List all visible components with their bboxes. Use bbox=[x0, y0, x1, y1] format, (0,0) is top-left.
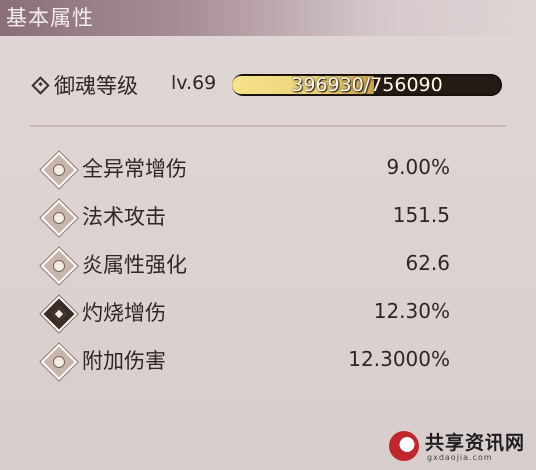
stat-value: 62.6 bbox=[405, 251, 450, 275]
divider bbox=[30, 125, 506, 127]
soul-level-row: 御魂等级 lv.69 396930/756090 bbox=[30, 68, 510, 104]
stat-name: 全异常增伤 bbox=[82, 157, 187, 181]
stat-name: 灼烧增伤 bbox=[82, 301, 166, 325]
stat-list: 全异常增伤 9.00% 法术攻击 151.5 炎属性强化 62.6 灼烧增伤 1… bbox=[40, 151, 454, 393]
xp-progress-bar: 396930/756090 bbox=[232, 74, 502, 96]
stat-name: 炎属性强化 bbox=[82, 253, 187, 277]
stat-row: 灼烧增伤 12.30% bbox=[40, 295, 454, 345]
stat-value: 12.30% bbox=[373, 299, 450, 323]
stat-name: 附加伤害 bbox=[82, 349, 166, 373]
attribute-panel: 基本属性 御魂等级 lv.69 396930/756090 全异常增伤 9.00… bbox=[0, 0, 536, 470]
soul-level-label: 御魂等级 bbox=[54, 74, 138, 98]
burn-diamond-icon bbox=[40, 295, 78, 333]
stat-row: 附加伤害 12.3000% bbox=[40, 343, 454, 393]
stat-value: 151.5 bbox=[392, 203, 450, 227]
diamond-bullet-icon bbox=[31, 76, 50, 95]
stat-name: 法术攻击 bbox=[82, 205, 166, 229]
watermark-url: gxdaojia.com bbox=[427, 453, 493, 462]
panel-title: 基本属性 bbox=[6, 6, 94, 30]
watermark: 共享资讯网 gxdaojia.com bbox=[389, 426, 529, 466]
watermark-text: 共享资讯网 bbox=[425, 432, 526, 454]
title-bar: 基本属性 bbox=[0, 0, 536, 36]
xp-progress-text: 396930/756090 bbox=[291, 74, 443, 96]
stat-row: 炎属性强化 62.6 bbox=[40, 247, 454, 297]
spell-flame-icon bbox=[40, 199, 78, 237]
mask-face-icon bbox=[40, 151, 78, 189]
extra-damage-icon bbox=[40, 343, 78, 381]
stat-value: 12.3000% bbox=[348, 347, 450, 371]
soul-level-value: lv.69 bbox=[171, 72, 217, 94]
fire-swirl-icon bbox=[40, 247, 78, 285]
stat-row: 法术攻击 151.5 bbox=[40, 199, 454, 249]
stat-row: 全异常增伤 9.00% bbox=[40, 151, 454, 201]
stat-value: 9.00% bbox=[386, 155, 450, 179]
watermark-logo-icon bbox=[389, 431, 419, 461]
